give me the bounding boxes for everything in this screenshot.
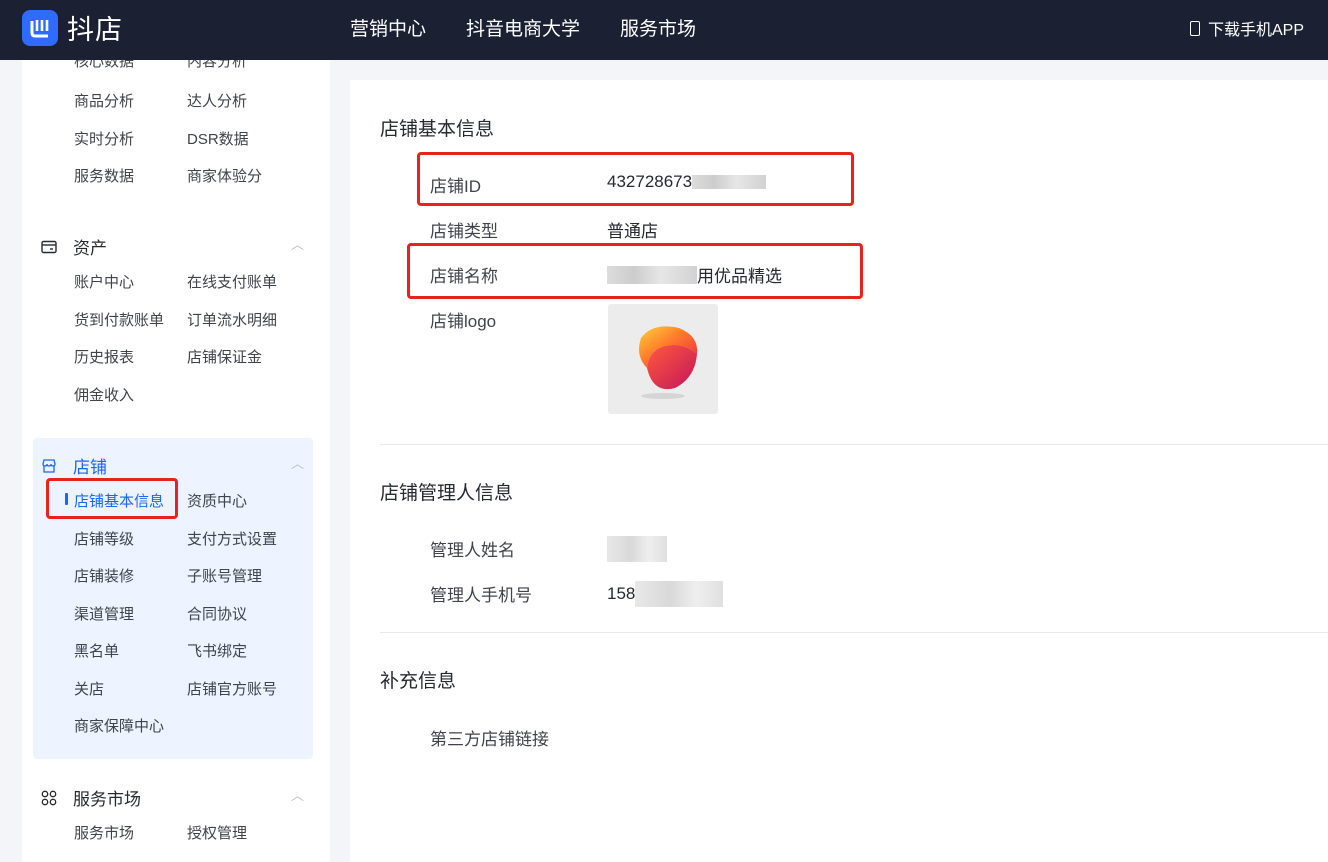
sidebar-item-contract[interactable]: 合同协议 — [187, 603, 247, 624]
assets-submenu: 账户中心 在线支付账单 货到付款账单 订单流水明细 历史报表 店铺保证金 佣金收… — [74, 263, 277, 413]
store-name-text: 用优品精选 — [697, 267, 782, 286]
sidebar-group-service-market[interactable]: 服务市场 ︿ — [40, 785, 304, 810]
sidebar-group-service-market-label: 服务市场 — [73, 790, 141, 809]
sidebar-item-sub-account[interactable]: 子账号管理 — [187, 565, 262, 586]
chevron-up-icon[interactable]: ︿ — [291, 785, 304, 804]
sidebar-item-merchant-protection[interactable]: 商家保障中心 — [74, 715, 187, 736]
store-name-value: 用优品精选 — [607, 262, 782, 287]
doudian-logo-icon — [22, 9, 58, 46]
manager-name-label: 管理人姓名 — [430, 541, 515, 560]
manager-name-value — [607, 536, 667, 562]
sidebar-item-content-analysis[interactable]: 内容分析 — [187, 60, 247, 71]
sidebar-item-service-data[interactable]: 服务数据 — [74, 165, 187, 186]
sidebar-item-realtime-analysis[interactable]: 实时分析 — [74, 128, 187, 149]
top-nav: 营销中心 抖音电商大学 服务市场 — [350, 14, 736, 41]
nav-service-market[interactable]: 服务市场 — [620, 14, 696, 41]
sidebar-item-cod-bill[interactable]: 货到付款账单 — [74, 309, 187, 330]
chevron-up-icon[interactable]: ︿ — [291, 234, 304, 253]
sidebar-item-history-report[interactable]: 历史报表 — [74, 346, 187, 367]
store-id-label: 店铺ID — [430, 177, 481, 196]
store-logo-label: 店铺logo — [430, 312, 497, 331]
sidebar-item-blacklist[interactable]: 黑名单 — [74, 640, 187, 661]
redacted-block — [607, 536, 667, 562]
store-logo-image — [608, 304, 718, 414]
sidebar-item-store-level[interactable]: 店铺等级 — [74, 528, 187, 549]
main-panel: 店铺基本信息 店铺ID 432728673 店铺类型 普通店 店铺名称 用优品精… — [350, 80, 1328, 862]
store-id-text: 432728673 — [607, 172, 693, 191]
sidebar-item-online-payment-bill[interactable]: 在线支付账单 — [187, 271, 277, 292]
redacted-block — [635, 581, 724, 607]
app-name: 抖店 — [67, 15, 123, 45]
manager-phone-label: 管理人手机号 — [430, 586, 532, 605]
section-title-basic-info: 店铺基本信息 — [380, 119, 495, 140]
data-submenu: 核心数据 内容分析 — [74, 60, 247, 72]
store-icon — [40, 457, 58, 475]
redacted-block — [607, 265, 697, 284]
chevron-up-icon[interactable]: ︿ — [291, 453, 304, 472]
sidebar-item-order-flow-detail[interactable]: 订单流水明细 — [187, 309, 277, 330]
market-submenu: 服务市场 授权管理 — [74, 814, 247, 852]
sidebar-item-store-basic-info[interactable]: 店铺基本信息 — [65, 490, 187, 511]
sidebar-item-authorization[interactable]: 授权管理 — [187, 822, 247, 843]
manager-phone-value: 158 — [607, 581, 724, 607]
sidebar-item-account-center[interactable]: 账户中心 — [74, 271, 187, 292]
section-divider — [380, 632, 1328, 633]
sidebar-group-store-label: 店铺 — [73, 458, 107, 477]
section-title-manager-info: 店铺管理人信息 — [380, 483, 514, 504]
store-name-label: 店铺名称 — [430, 267, 498, 286]
sidebar-item-store-deposit[interactable]: 店铺保证金 — [187, 346, 262, 367]
wallet-icon — [40, 238, 58, 256]
active-indicator — [65, 493, 68, 506]
nav-marketing-center[interactable]: 营销中心 — [350, 14, 426, 41]
sidebar-item-payment-settings[interactable]: 支付方式设置 — [187, 528, 277, 549]
sidebar-item-store-basic-info-label: 店铺基本信息 — [74, 493, 165, 511]
store-submenu: 店铺基本信息 资质中心 店铺等级 支付方式设置 店铺装修 子账号管理 渠道管理 … — [65, 482, 277, 745]
sidebar-item-core-data[interactable]: 核心数据 — [74, 60, 187, 71]
sidebar-item-commission-income[interactable]: 佣金收入 — [74, 384, 187, 405]
third-party-link-label: 第三方店铺链接 — [430, 730, 549, 749]
section-title-extra-info: 补充信息 — [380, 671, 457, 692]
mobile-phone-icon — [1189, 20, 1200, 36]
sidebar-item-dsr-data[interactable]: DSR数据 — [187, 128, 249, 149]
store-type-label: 店铺类型 — [430, 222, 498, 241]
sidebar-group-assets-label: 资产 — [73, 239, 107, 258]
sidebar-item-qualification-center[interactable]: 资质中心 — [187, 490, 247, 511]
top-navbar: 抖店 营销中心 抖音电商大学 服务市场 下载手机APP — [0, 0, 1328, 60]
sidebar-item-feishu-binding[interactable]: 飞书绑定 — [187, 640, 247, 661]
nav-douyin-university[interactable]: 抖音电商大学 — [466, 14, 580, 41]
sidebar-item-store-decoration[interactable]: 店铺装修 — [74, 565, 187, 586]
store-type-value: 普通店 — [607, 222, 658, 241]
sidebar-item-service-market[interactable]: 服务市场 — [74, 822, 187, 843]
redacted-block — [692, 175, 767, 189]
section-divider — [380, 444, 1328, 445]
sidebar-group-assets[interactable]: 资产 ︿ — [40, 234, 304, 259]
app-logo[interactable]: 抖店 — [22, 8, 123, 47]
manager-phone-text: 158 — [607, 584, 636, 603]
apps-grid-icon — [40, 789, 58, 807]
download-app-link[interactable]: 下载手机APP — [1189, 16, 1304, 40]
store-logo-graphic — [639, 326, 698, 399]
sidebar-item-merchant-experience[interactable]: 商家体验分 — [187, 165, 262, 186]
sidebar-item-channel-management[interactable]: 渠道管理 — [74, 603, 187, 624]
download-app-label: 下载手机APP — [1207, 22, 1304, 39]
sidebar-group-store[interactable]: 店铺 ︿ — [40, 453, 304, 478]
data-submenu-rows: 商品分析 达人分析 实时分析 DSR数据 服务数据 商家体验分 — [74, 82, 262, 195]
sidebar-item-product-analysis[interactable]: 商品分析 — [74, 90, 187, 111]
sidebar-item-official-account[interactable]: 店铺官方账号 — [187, 678, 277, 699]
sidebar: 核心数据 内容分析 商品分析 达人分析 实时分析 DSR数据 服务数据 商家体验… — [22, 60, 330, 862]
sidebar-item-close-store[interactable]: 关店 — [74, 678, 187, 699]
sidebar-item-influencer-analysis[interactable]: 达人分析 — [187, 90, 247, 111]
store-id-value: 432728673 — [607, 172, 767, 192]
